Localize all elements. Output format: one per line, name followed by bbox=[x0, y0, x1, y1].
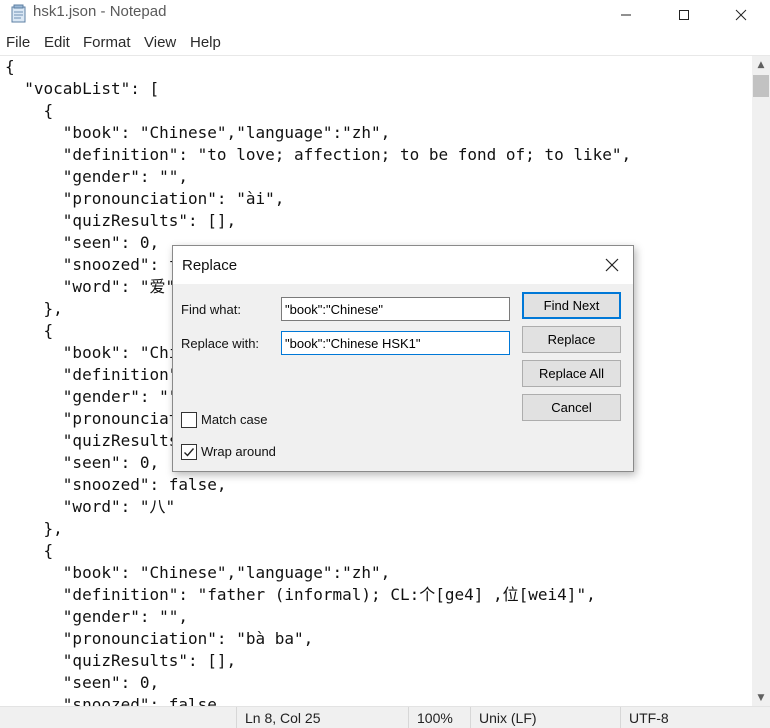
editor-line[interactable]: "quizResults": [], bbox=[5, 650, 631, 672]
editor-line[interactable]: "vocabList": [ bbox=[5, 78, 631, 100]
menu-file[interactable]: File bbox=[6, 34, 30, 51]
status-separator bbox=[408, 707, 409, 728]
editor-line[interactable]: "word": "八" bbox=[5, 496, 631, 518]
editor-line[interactable]: "book": "Chinese","language":"zh", bbox=[5, 122, 631, 144]
status-separator bbox=[470, 707, 471, 728]
minimize-icon bbox=[621, 14, 631, 16]
find-next-button[interactable]: Find Next bbox=[522, 292, 621, 319]
status-bar: Ln 8, Col 25 100% Unix (LF) UTF-8 bbox=[0, 706, 770, 728]
menu-format[interactable]: Format bbox=[83, 34, 131, 51]
dialog-title: Replace bbox=[182, 257, 238, 274]
menu-help[interactable]: Help bbox=[190, 34, 221, 51]
match-case-label[interactable]: Match case bbox=[201, 412, 267, 427]
editor-line[interactable]: "definition": "father (informal); CL:个[g… bbox=[5, 584, 631, 606]
close-icon bbox=[605, 258, 619, 272]
status-zoom: 100% bbox=[417, 710, 453, 726]
status-separator bbox=[236, 707, 237, 728]
cancel-button[interactable]: Cancel bbox=[522, 394, 621, 421]
replace-button[interactable]: Replace bbox=[522, 326, 621, 353]
menu-bar: File Edit Format View Help bbox=[0, 30, 770, 56]
editor-line[interactable]: "pronounciation": "bà ba", bbox=[5, 628, 631, 650]
scroll-thumb[interactable] bbox=[753, 75, 769, 97]
close-icon bbox=[735, 9, 747, 21]
editor-line[interactable]: "definition": "to love; affection; to be… bbox=[5, 144, 631, 166]
find-what-label: Find what: bbox=[181, 302, 241, 317]
status-encoding: UTF-8 bbox=[629, 710, 669, 726]
replace-dialog: Replace Find what: Replace with: Find Ne… bbox=[172, 245, 634, 472]
editor-line[interactable]: { bbox=[5, 56, 631, 78]
editor-line[interactable]: { bbox=[5, 540, 631, 562]
status-separator bbox=[620, 707, 621, 728]
dialog-title-bar[interactable]: Replace bbox=[173, 246, 633, 284]
title-bar: hsk1.json - Notepad bbox=[0, 0, 770, 30]
close-button[interactable] bbox=[712, 0, 770, 30]
scroll-up-arrow-icon[interactable]: ▲ bbox=[752, 56, 770, 73]
notepad-icon bbox=[10, 4, 27, 23]
menu-edit[interactable]: Edit bbox=[44, 34, 70, 51]
find-what-input[interactable] bbox=[281, 297, 510, 321]
maximize-button[interactable] bbox=[655, 0, 713, 30]
dialog-close-button[interactable] bbox=[597, 252, 627, 278]
vertical-scrollbar[interactable]: ▲ ▼ bbox=[752, 56, 770, 706]
editor-line[interactable]: }, bbox=[5, 518, 631, 540]
status-line-ending: Unix (LF) bbox=[479, 710, 537, 726]
editor-line[interactable]: "quizResults": [], bbox=[5, 210, 631, 232]
replace-with-label: Replace with: bbox=[181, 336, 260, 351]
match-case-checkbox[interactable] bbox=[181, 412, 197, 428]
menu-view[interactable]: View bbox=[144, 34, 176, 51]
maximize-icon bbox=[679, 10, 689, 20]
editor-line[interactable]: "gender": "", bbox=[5, 166, 631, 188]
editor-line[interactable]: { bbox=[5, 100, 631, 122]
editor-line[interactable]: "snoozed": false, bbox=[5, 474, 631, 496]
replace-all-button[interactable]: Replace All bbox=[522, 360, 621, 387]
wrap-around-label[interactable]: Wrap around bbox=[201, 444, 276, 459]
replace-with-input[interactable] bbox=[281, 331, 510, 355]
editor-line[interactable]: "gender": "", bbox=[5, 606, 631, 628]
checkmark-icon bbox=[184, 448, 195, 457]
editor-line[interactable]: "pronounciation": "ài", bbox=[5, 188, 631, 210]
editor-line[interactable]: "book": "Chinese","language":"zh", bbox=[5, 562, 631, 584]
editor-line[interactable]: "snoozed": false, bbox=[5, 694, 631, 706]
window-title: hsk1.json - Notepad bbox=[33, 3, 167, 20]
editor-line[interactable]: "seen": 0, bbox=[5, 672, 631, 694]
status-position: Ln 8, Col 25 bbox=[245, 710, 321, 726]
minimize-button[interactable] bbox=[597, 0, 655, 30]
wrap-around-checkbox[interactable] bbox=[181, 444, 197, 460]
scroll-down-arrow-icon[interactable]: ▼ bbox=[752, 689, 770, 706]
